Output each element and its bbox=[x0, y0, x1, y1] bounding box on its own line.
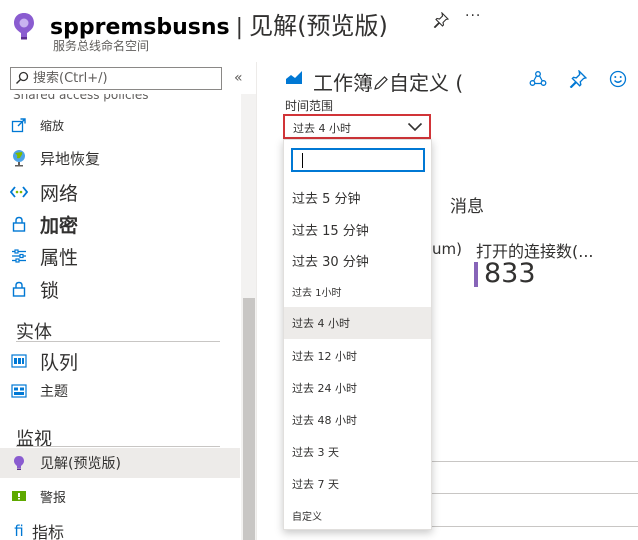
feedback-smiley-icon[interactable] bbox=[609, 70, 627, 88]
sidebar-scrollbar-thumb[interactable] bbox=[243, 298, 255, 540]
option-custom[interactable]: 自定义 bbox=[284, 499, 431, 531]
sidebar-item-locks[interactable]: 锁 bbox=[0, 274, 240, 304]
sidebar-item-label: 锁 bbox=[40, 279, 60, 302]
sidebar-item-label: 缩放 bbox=[40, 118, 65, 133]
edit-pencil-icon[interactable] bbox=[373, 75, 389, 91]
sidebar-item-label: 见解(预览版) bbox=[40, 456, 121, 472]
sidebar-item-label: 指标 bbox=[32, 523, 65, 540]
grid-divider bbox=[432, 461, 638, 462]
network-icon bbox=[10, 183, 28, 201]
lock-icon bbox=[10, 215, 28, 233]
sidebar-item-label: 队列 bbox=[40, 351, 79, 374]
option-last-24-hours[interactable]: 过去 24 小时 bbox=[284, 372, 431, 404]
sidebar-item-label: 加密 bbox=[40, 214, 79, 237]
sidebar-item-topics[interactable]: 主题 bbox=[0, 376, 240, 406]
time-range-value: 过去 4 小时 bbox=[293, 122, 351, 135]
alert-icon bbox=[10, 487, 28, 505]
section-divider bbox=[16, 341, 220, 342]
sidebar-item-metrics[interactable]: fi 指标 bbox=[0, 516, 240, 540]
metrics-icon: fi bbox=[14, 522, 24, 540]
metric-accent-bar bbox=[474, 262, 478, 287]
sidebar-item-encryption[interactable]: 加密 bbox=[0, 209, 240, 239]
search-input[interactable] bbox=[33, 69, 218, 88]
option-last-5-minutes[interactable]: 过去 5 分钟 bbox=[284, 181, 431, 213]
pin-to-dashboard-icon[interactable] bbox=[569, 70, 587, 88]
sidebar-item-networking[interactable]: 网络 bbox=[0, 177, 240, 207]
chevron-down-icon bbox=[407, 122, 423, 132]
grid-divider bbox=[432, 526, 638, 527]
page-title: sppremsbusns | 见解(预览版) bbox=[50, 6, 388, 41]
option-last-15-minutes[interactable]: 过去 15 分钟 bbox=[284, 213, 431, 245]
share-icon[interactable] bbox=[529, 70, 547, 88]
sidebar-item-label: 主题 bbox=[40, 384, 68, 400]
sidebar-item-alerts[interactable]: 警报 bbox=[0, 481, 240, 511]
sidebar-search[interactable] bbox=[10, 67, 222, 90]
pin-icon[interactable] bbox=[433, 12, 449, 28]
open-connections-value: 833 bbox=[484, 258, 536, 289]
sidebar-item-geo-recovery[interactable]: 异地恢复 bbox=[0, 143, 240, 173]
option-last-12-hours[interactable]: 过去 12 小时 bbox=[284, 340, 431, 372]
more-options-icon[interactable]: ··· bbox=[465, 8, 481, 24]
blade-title: 见解(预览版) bbox=[249, 12, 388, 40]
workbook-title: 工作簿 自定义 ( bbox=[313, 67, 463, 96]
time-range-dropdown[interactable]: 过去 4 小时 bbox=[283, 114, 431, 139]
sidebar-item-label: 警报 bbox=[40, 490, 67, 506]
collapse-sidebar-icon[interactable]: « bbox=[234, 70, 243, 86]
scale-icon bbox=[10, 116, 28, 134]
option-last-4-hours[interactable]: 过去 4 小时 bbox=[284, 307, 431, 339]
search-icon bbox=[16, 71, 29, 84]
sidebar-item-label: 网络 bbox=[40, 182, 79, 205]
option-last-7-days[interactable]: 过去 7 天 bbox=[284, 468, 431, 500]
insights-icon bbox=[10, 454, 28, 472]
workbook-icon bbox=[286, 71, 302, 84]
workbook-title-suffix: 自定义 ( bbox=[389, 71, 464, 95]
topic-icon bbox=[10, 382, 28, 400]
sidebar-nav: Shared access policies 缩放 异地恢复 网络 加密 属性 bbox=[0, 94, 240, 540]
text-caret bbox=[302, 153, 303, 168]
sidebar-item-scale[interactable]: 缩放 bbox=[0, 110, 240, 140]
sidebar-item-queues[interactable]: 队列 bbox=[0, 346, 240, 376]
messages-heading: 消息 bbox=[450, 197, 484, 217]
options-filter-input[interactable] bbox=[295, 151, 421, 169]
service-bus-logo-icon bbox=[14, 13, 34, 40]
title-separator: | bbox=[235, 15, 244, 40]
lock-icon bbox=[10, 280, 28, 298]
option-last-1-hour[interactable]: 过去 1小时 bbox=[284, 275, 431, 307]
blade-header: sppremsbusns | 见解(预览版) 服务总线命名空间 ··· bbox=[0, 0, 638, 62]
workbook-title-text: 工作簿 bbox=[313, 71, 373, 95]
time-range-label: 时间范围 bbox=[285, 99, 334, 113]
pane-divider bbox=[256, 62, 257, 540]
queue-icon bbox=[10, 352, 28, 370]
option-last-3-days[interactable]: 过去 3 天 bbox=[284, 436, 431, 468]
option-last-48-hours[interactable]: 过去 48 小时 bbox=[284, 404, 431, 436]
sidebar-item-label: 异地恢复 bbox=[40, 149, 101, 168]
options-filter-box[interactable] bbox=[291, 148, 425, 172]
tile-label-fragment: um) bbox=[432, 240, 462, 258]
section-divider bbox=[16, 446, 220, 447]
resource-type: 服务总线命名空间 bbox=[53, 39, 150, 53]
sidebar-item-label: 属性 bbox=[40, 246, 79, 269]
grid-divider bbox=[432, 493, 638, 494]
sidebar-item-insights[interactable]: 见解(预览版) bbox=[0, 448, 240, 478]
option-last-30-minutes[interactable]: 过去 30 分钟 bbox=[284, 244, 431, 276]
properties-icon bbox=[10, 247, 28, 265]
time-range-options-list: 过去 5 分钟 过去 15 分钟 过去 30 分钟 过去 1小时 过去 4 小时… bbox=[283, 139, 432, 530]
globe-icon bbox=[10, 149, 28, 167]
sidebar-item-properties[interactable]: 属性 bbox=[0, 241, 240, 271]
sidebar-item-shared-access-policies[interactable]: Shared access policies bbox=[13, 94, 149, 102]
